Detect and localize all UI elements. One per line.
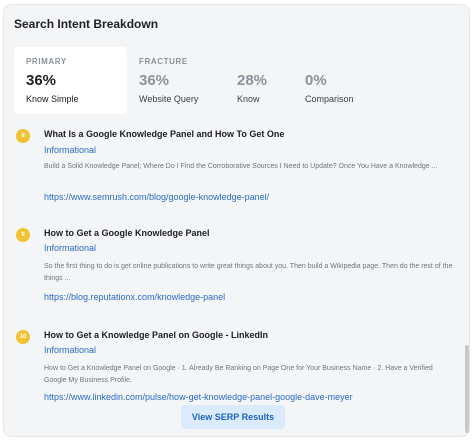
tab-label: Website Query — [139, 94, 199, 104]
tab-label: Know — [237, 94, 260, 104]
intent-tab-fracture[interactable]: FRACTURE 36% Website Query — [127, 47, 225, 114]
result-intent: Informational — [44, 145, 97, 155]
result-intent: Informational — [44, 345, 97, 355]
tab-percent: 36% — [139, 72, 170, 89]
result-snippet: Build a Solid Knowledge Panel; Where Do … — [44, 163, 438, 170]
scrollbar-thumb[interactable] — [465, 345, 469, 433]
rank-badge: 8 — [16, 129, 30, 143]
rank-badge: 9 — [16, 228, 30, 242]
result-title[interactable]: How to Get a Google Knowledge Panel — [44, 228, 210, 238]
intent-tab-primary[interactable]: PRIMARY 36% Know Simple — [14, 47, 127, 114]
result-url[interactable]: https://www.linkedin.com/pulse/how-get-k… — [44, 392, 353, 402]
result-title[interactable]: What Is a Google Knowledge Panel and How… — [44, 129, 284, 139]
intent-tab-know[interactable]: 28% Know — [225, 47, 293, 114]
result-intent: Informational — [44, 243, 97, 253]
tab-caption: PRIMARY — [26, 57, 67, 66]
panel-title: Search Intent Breakdown — [14, 17, 159, 31]
tab-caption: FRACTURE — [139, 57, 188, 66]
intent-tab-comparison[interactable]: 0% Comparison — [293, 47, 383, 114]
view-serp-results-button[interactable]: View SERP Results — [181, 405, 285, 429]
rank-badge: 10 — [16, 330, 30, 344]
intent-tabs: PRIMARY 36% Know Simple FRACTURE 36% Web… — [14, 47, 464, 114]
search-intent-panel: Search Intent Breakdown PRIMARY 36% Know… — [3, 4, 470, 437]
tab-percent: 28% — [237, 72, 268, 89]
results-scrollbar[interactable] — [464, 123, 469, 436]
result-title[interactable]: How to Get a Knowledge Panel on Google -… — [44, 330, 268, 340]
tab-percent: 0% — [305, 72, 327, 89]
result-snippet: How to Get a Knowledge Panel on Google ·… — [44, 365, 433, 384]
result-url[interactable]: https://www.semrush.com/blog/google-know… — [44, 192, 269, 202]
tab-label: Know Simple — [26, 94, 79, 104]
tab-label: Comparison — [305, 94, 354, 104]
result-url[interactable]: https://blog.reputationx.com/knowledge-p… — [44, 292, 225, 302]
tab-caption — [237, 57, 283, 66]
tab-caption — [305, 57, 373, 66]
tab-percent: 36% — [26, 72, 57, 89]
result-snippet: So the first thing to do is get online p… — [44, 263, 453, 282]
serp-results-list: 8 What Is a Google Knowledge Panel and H… — [4, 122, 462, 436]
